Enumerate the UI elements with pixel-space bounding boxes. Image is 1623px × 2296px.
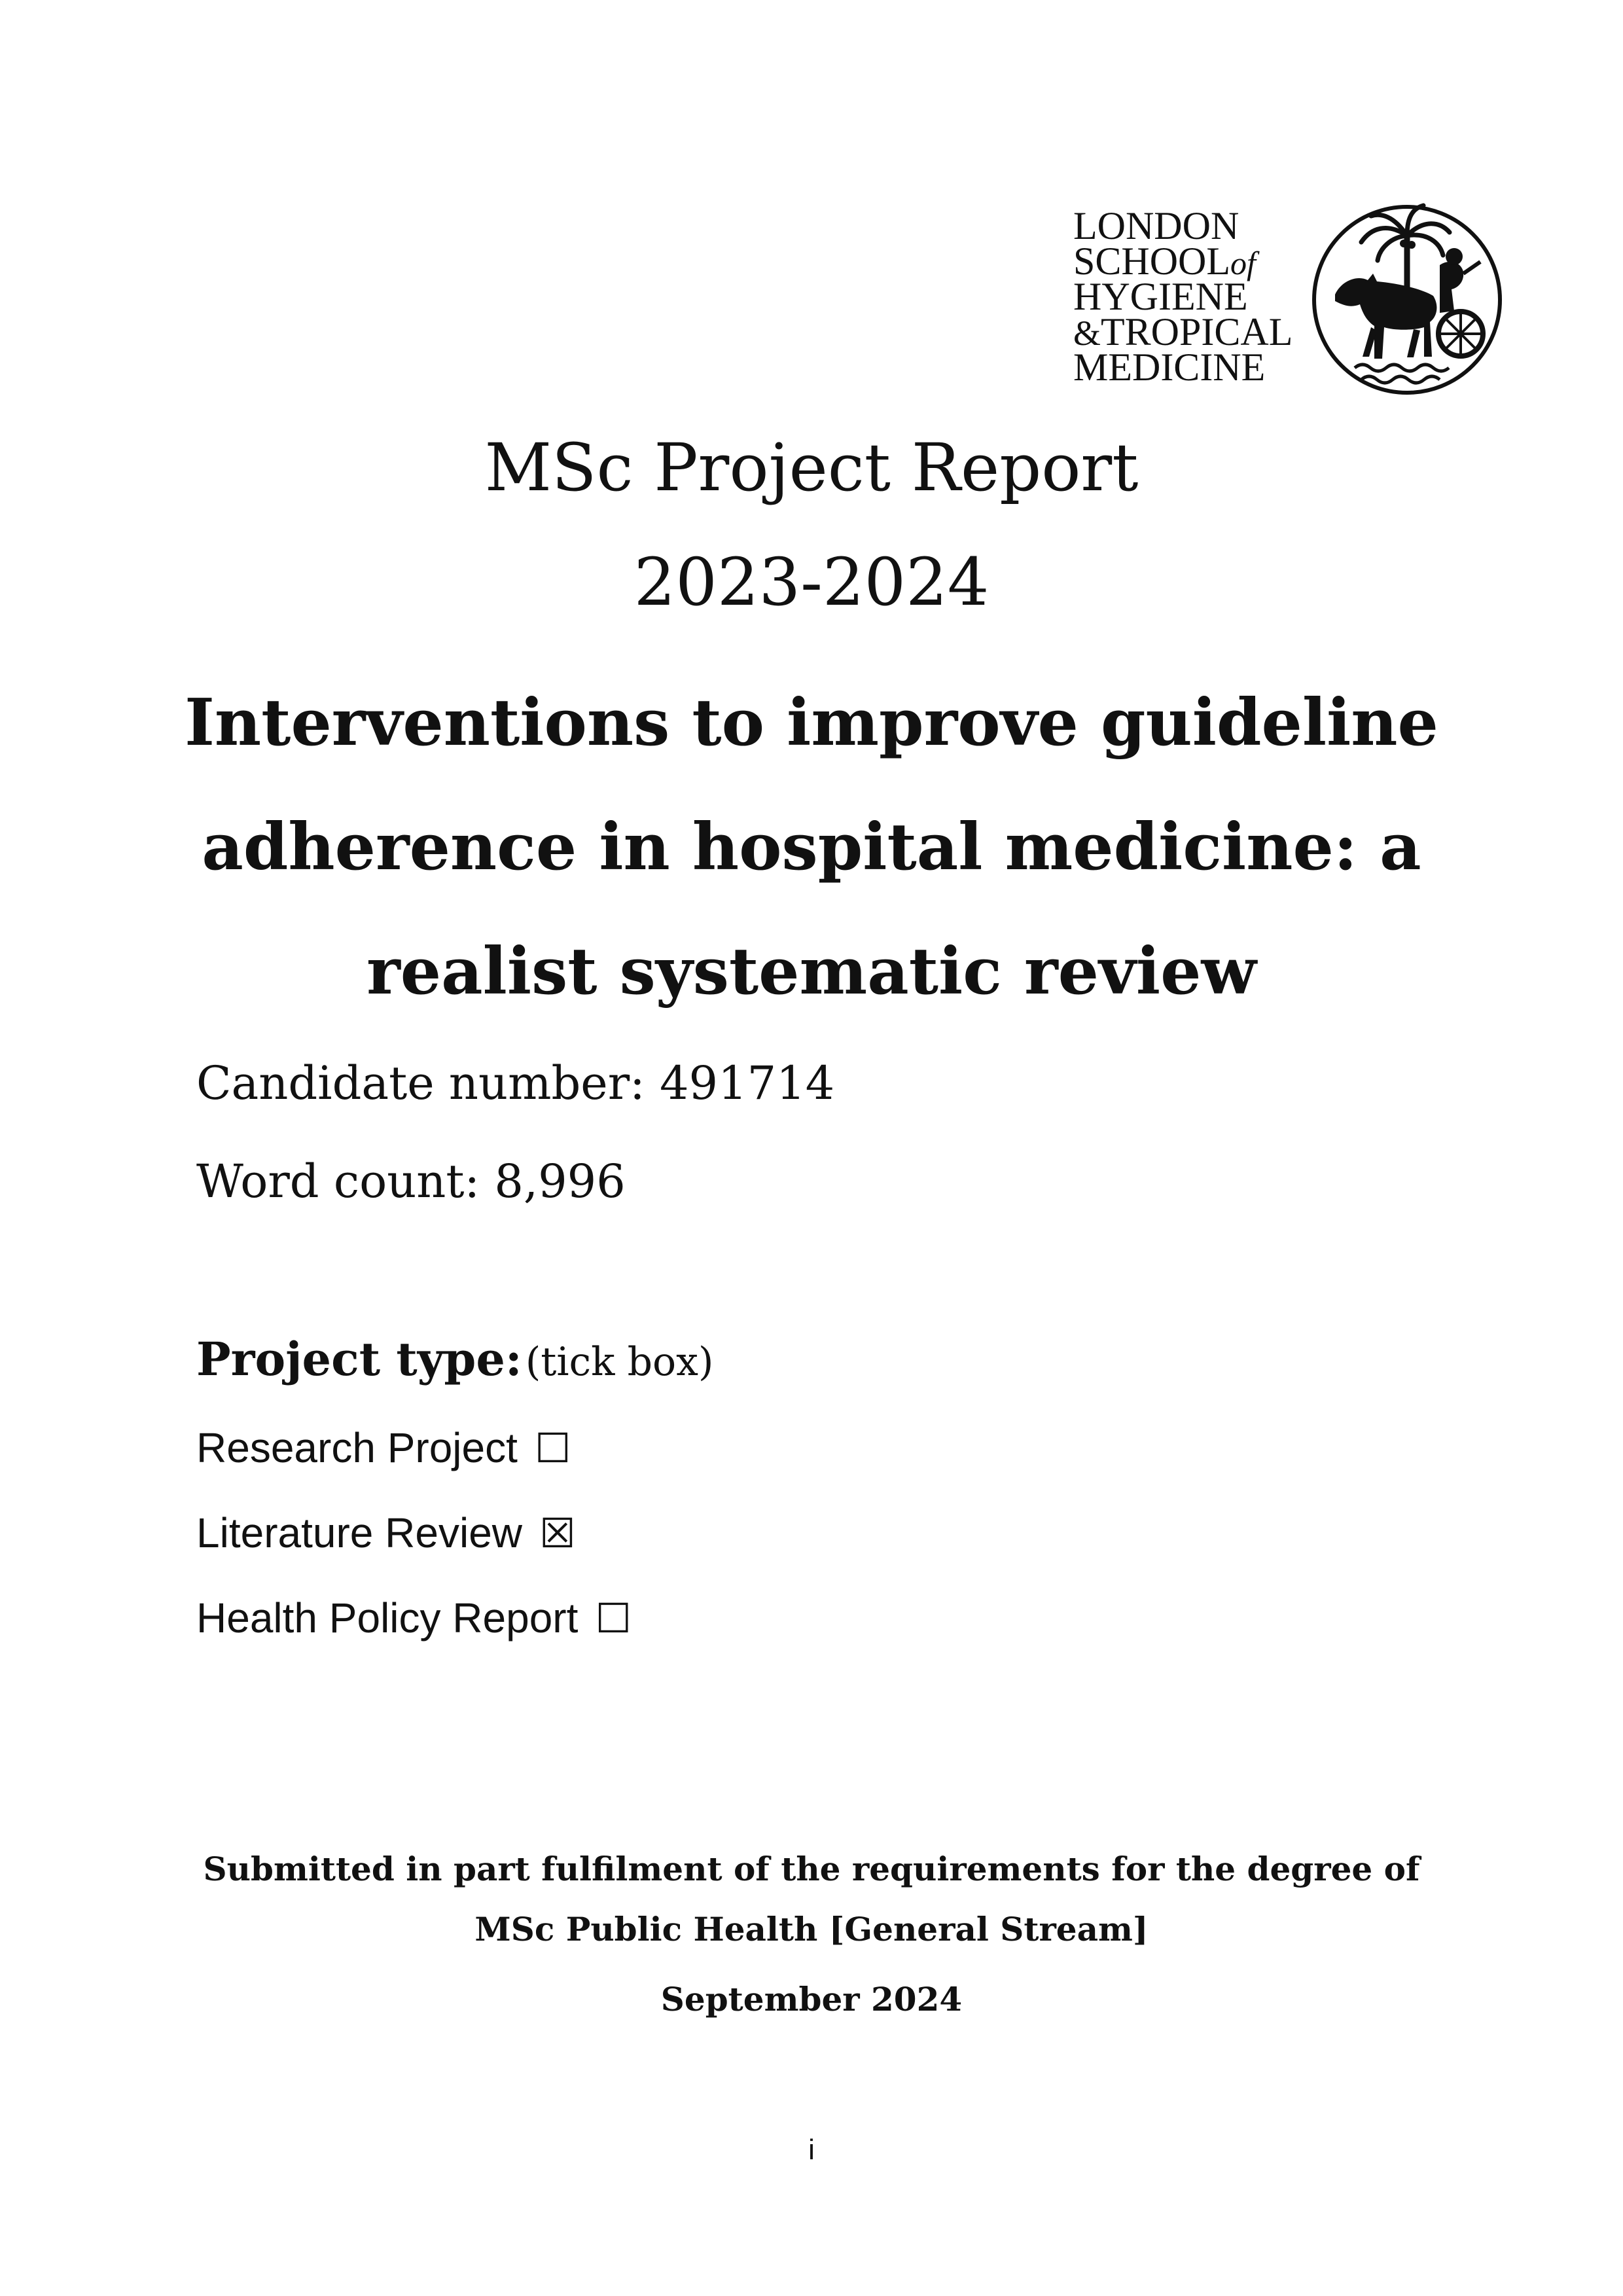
option-label: Health Policy Report [196,1594,579,1641]
option-label: Literature Review [196,1509,522,1556]
checked-box-icon[interactable]: ☒ [539,1507,576,1560]
logo-line-4: &TROPICAL [1073,312,1302,351]
logo-wordmark: LONDON SCHOOLof HYGIENE &TROPICAL MEDICI… [1073,204,1302,389]
submission-date: September 2024 [660,1980,963,2018]
candidate-number: Candidate number: 491714 [196,1056,835,1110]
logo-line-2: SCHOOLof [1073,242,1302,281]
project-title: Interventions to improve guideline adher… [185,685,1438,1009]
submission-statement: Submitted in part fulfilment of the requ… [0,1839,1623,1960]
unchecked-box-icon[interactable]: ☐ [535,1422,571,1475]
option-research-project: Research Project ☐ [196,1422,571,1475]
page-number: i [808,2134,815,2166]
option-health-policy-report: Health Policy Report ☐ [196,1592,632,1645]
report-year: 2023-2024 [633,544,990,620]
unchecked-box-icon[interactable]: ☐ [595,1592,632,1645]
page: LONDON SCHOOLof HYGIENE &TROPICAL MEDICI… [0,0,1623,2296]
word-count: Word count: 8,996 [196,1155,626,1208]
submission-line-1: Submitted in part fulfilment of the requ… [203,1850,1420,1888]
seal-icon [1312,203,1502,395]
logo-line-1: LONDON [1073,204,1240,247]
institution-logo: LONDON SCHOOLof HYGIENE &TROPICAL MEDICI… [1073,196,1505,399]
logo-line-3: HYGIENE [1073,275,1248,318]
submission-line-2: MSc Public Health [General Stream] [474,1910,1149,1948]
project-type-hint: (tick box) [525,1339,714,1385]
option-literature-review: Literature Review ☒ [196,1507,576,1560]
project-type-label: Project type: [196,1332,522,1386]
option-label: Research Project [196,1424,518,1471]
logo-line-5: MEDICINE [1073,346,1266,389]
project-type-heading: Project type: (tick box) [196,1332,713,1386]
report-title: MSc Project Report [484,429,1139,506]
